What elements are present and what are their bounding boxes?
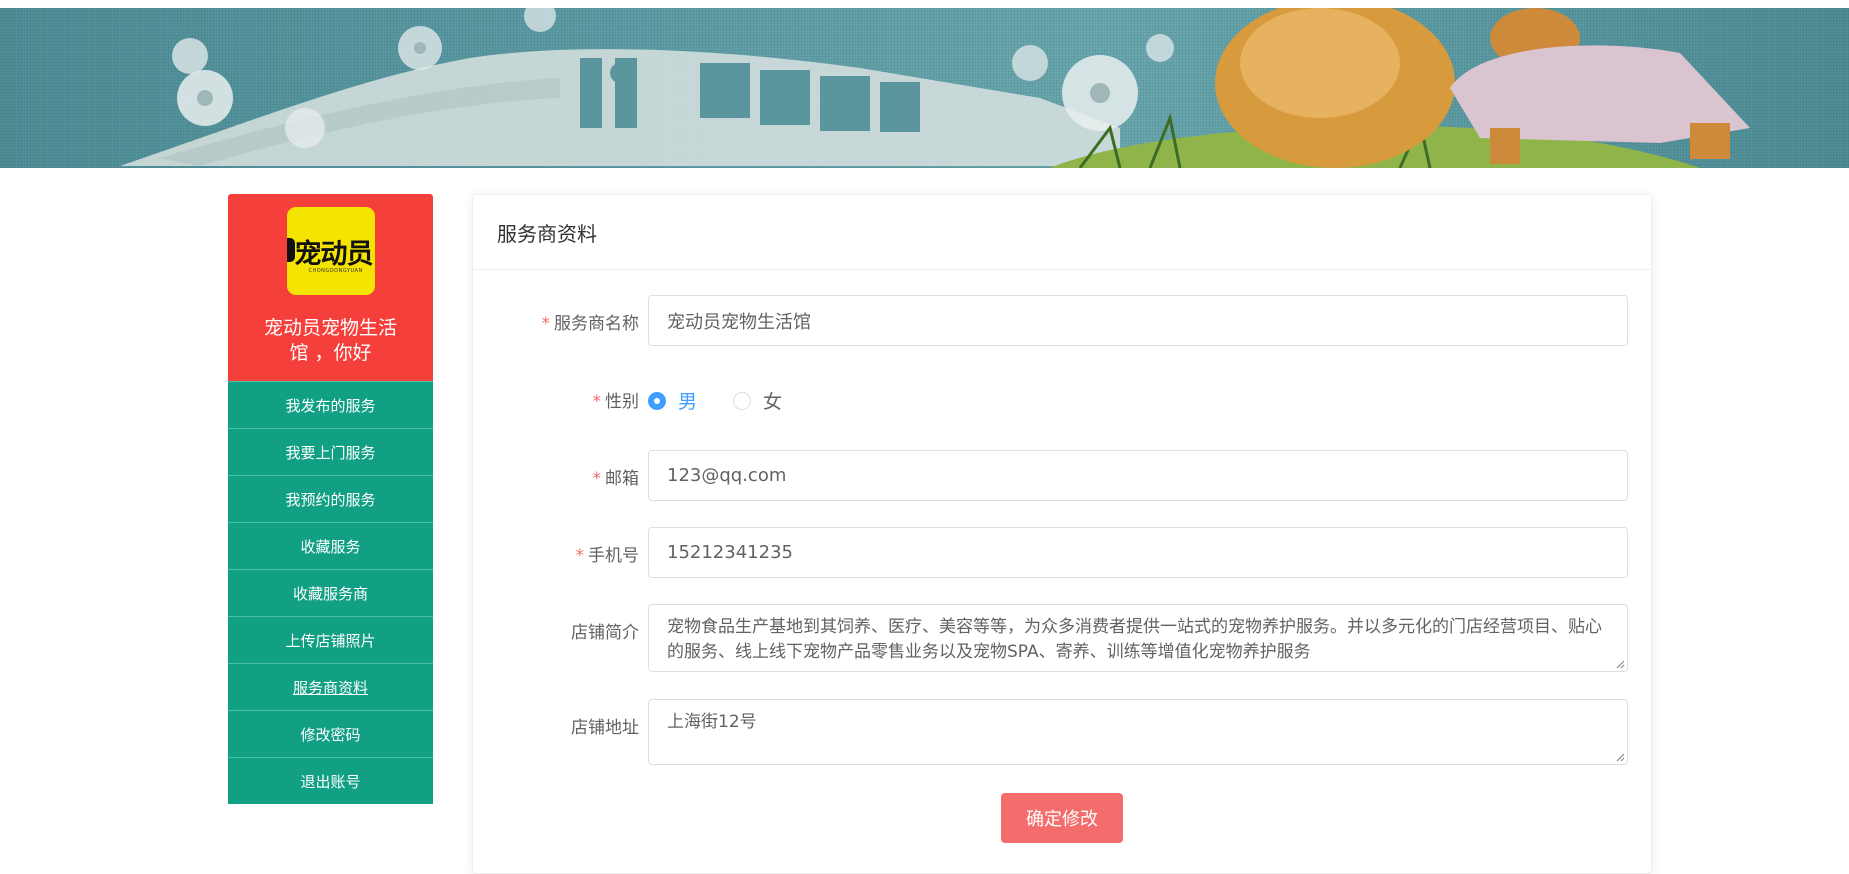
phone-label: * 手机号 — [576, 541, 640, 566]
sidebar-item-provider-profile[interactable]: 服务商资料 — [228, 663, 433, 710]
sidebar-item-label: 服务商资料 — [292, 678, 368, 697]
sidebar-item-label: 收藏服务商 — [292, 584, 368, 603]
sidebar-item-my-services[interactable]: 我发布的服务 — [228, 381, 433, 428]
logo-subtext: CHONGDONGYUAN — [308, 268, 363, 274]
sidebar-item-logout[interactable]: 退出账号 — [228, 757, 433, 804]
gender-label-text: 性别 — [605, 392, 639, 412]
sidebar-item-label: 我要上门服务 — [285, 443, 376, 462]
gender-option-male[interactable]: 男 — [648, 387, 697, 414]
provider-name-input[interactable]: 宠动员宠物生活馆 — [648, 295, 1628, 346]
sidebar-item-booked-services[interactable]: 我预约的服务 — [228, 475, 433, 522]
sidebar-item-label: 收藏服务 — [300, 537, 361, 556]
radio-unchecked-icon — [733, 391, 752, 410]
card-title: 服务商资料 — [473, 195, 1651, 270]
name-label-text: 服务商名称 — [554, 314, 639, 334]
sidebar-item-label: 我预约的服务 — [285, 490, 376, 509]
resize-handle-icon[interactable] — [1615, 659, 1625, 669]
sidebar-item-upload-photos[interactable]: 上传店铺照片 — [228, 616, 433, 663]
store-address-text: 上海街12号 — [667, 712, 757, 732]
sidebar-item-favorite-services[interactable]: 收藏服务 — [228, 522, 433, 569]
gender-radio-group: 男 女 — [648, 387, 818, 414]
sidebar-item-favorite-providers[interactable]: 收藏服务商 — [228, 569, 433, 616]
store-intro-text: 宠物食品生产基地到其饲养、医疗、美容等等，为众多消费者提供一站式的宠物养护服务。… — [667, 617, 1602, 662]
confirm-edit-button[interactable]: 确定修改 — [1001, 793, 1123, 843]
email-label-text: 邮箱 — [605, 469, 639, 489]
address-label: 店铺地址 — [571, 718, 639, 738]
sidebar-item-label: 上传店铺照片 — [285, 631, 376, 650]
profile-panel: 宠动员 CHONGDONGYUAN 宠动员宠物生活馆 ，你好 — [228, 194, 433, 381]
sidebar: 宠动员 CHONGDONGYUAN 宠动员宠物生活馆 ，你好 我发布的服务 我要… — [228, 194, 433, 807]
name-label: * 服务商名称 — [542, 309, 640, 334]
greeting-text: 宠动员宠物生活馆 ，你好 — [263, 317, 397, 364]
header-banner — [0, 8, 1849, 168]
required-mark: * — [575, 546, 585, 566]
gender-option-female[interactable]: 女 — [733, 387, 782, 414]
store-intro-textarea[interactable]: 宠物食品生产基地到其饲养、医疗、美容等等，为众多消费者提供一站式的宠物养护服务。… — [648, 604, 1628, 672]
profile-form-card: 服务商资料 * 服务商名称 宠动员宠物生活馆 * 性别 男 女 * 邮箱 123@qq… — [472, 194, 1652, 874]
sidebar-item-label: 修改密码 — [300, 725, 361, 744]
radio-label: 女 — [763, 391, 783, 413]
required-mark: * — [541, 314, 551, 334]
brand-logo: 宠动员 CHONGDONGYUAN — [286, 207, 375, 295]
sidebar-item-change-password[interactable]: 修改密码 — [228, 710, 433, 757]
logo-mark — [286, 238, 295, 262]
phone-input[interactable]: 15212341235 — [648, 527, 1628, 578]
banner-illustration — [120, 8, 1750, 168]
logo-text: 宠动员 — [294, 238, 374, 270]
email-input[interactable]: 123@qq.com — [648, 450, 1628, 501]
email-label: * 邮箱 — [593, 464, 640, 489]
phone-label-text: 手机号 — [588, 546, 639, 566]
sidebar-item-label: 我发布的服务 — [285, 396, 376, 415]
sidebar-item-label: 退出账号 — [300, 772, 361, 791]
store-address-textarea[interactable]: 上海街12号 — [648, 699, 1628, 765]
intro-label: 店铺简介 — [571, 623, 639, 643]
radio-label: 男 — [678, 391, 698, 413]
sidebar-item-door-service[interactable]: 我要上门服务 — [228, 428, 433, 475]
radio-checked-icon — [648, 391, 666, 410]
gender-label: * 性别 — [593, 387, 640, 412]
required-mark: * — [592, 469, 602, 489]
required-mark: * — [592, 392, 602, 412]
resize-handle-icon[interactable] — [1615, 752, 1625, 762]
